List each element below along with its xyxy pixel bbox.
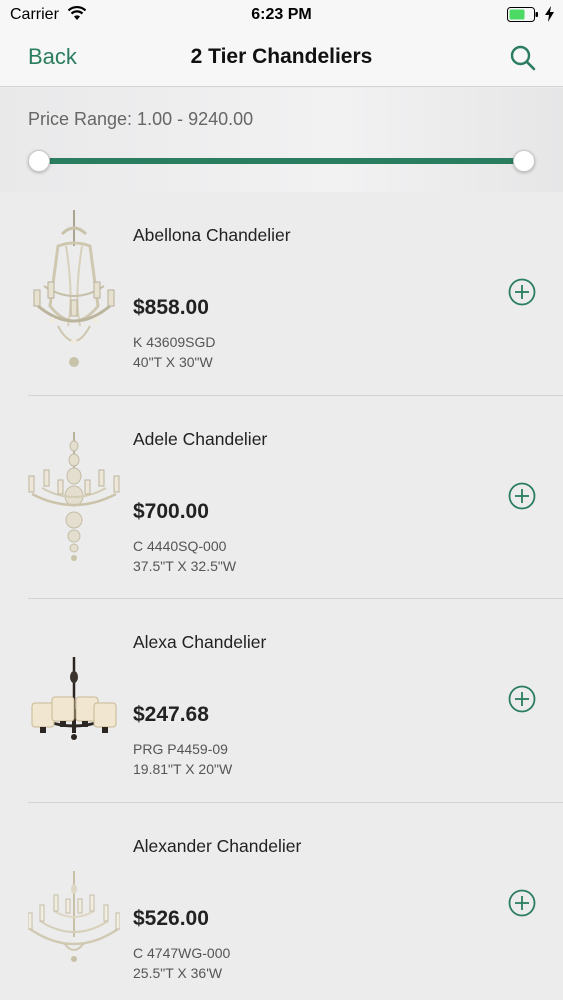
product-image bbox=[33, 210, 115, 367]
product-name: Alexander Chandelier bbox=[133, 835, 302, 856]
slider-min-handle[interactable] bbox=[28, 150, 50, 172]
list-item[interactable]: Alexa Chandelier $247.68 PRG P4459-09 19… bbox=[28, 599, 563, 803]
product-image bbox=[28, 870, 120, 962]
product-list: Abellona Chandelier $858.00 K 43609SGD 4… bbox=[0, 192, 563, 1000]
list-item[interactable]: Alexander Chandelier $526.00 C 4747WG-00… bbox=[28, 803, 563, 1000]
product-dimensions: 25.5"T X 36'W bbox=[133, 964, 223, 981]
price-range-label: Price Range: 1.00 - 9240.00 bbox=[28, 109, 254, 129]
add-icon[interactable] bbox=[508, 685, 536, 713]
price-filter: Price Range: 1.00 - 9240.00 bbox=[0, 88, 563, 192]
clock: 6:23 PM bbox=[251, 6, 312, 23]
product-name: Abellona Chandelier bbox=[133, 225, 291, 245]
search-icon[interactable] bbox=[509, 44, 537, 72]
product-sku: K 43609SGD bbox=[133, 334, 216, 350]
add-icon[interactable] bbox=[508, 889, 536, 917]
price-range-slider[interactable] bbox=[38, 158, 524, 164]
product-price: $700.00 bbox=[133, 499, 209, 523]
product-sku: C 4747WG-000 bbox=[133, 944, 231, 961]
slider-max-handle[interactable] bbox=[513, 150, 535, 172]
product-price: $858.00 bbox=[133, 296, 209, 319]
list-item[interactable]: Abellona Chandelier $858.00 K 43609SGD 4… bbox=[28, 192, 563, 396]
battery-icon bbox=[507, 7, 538, 22]
product-dimensions: 37.5"T X 32.5"W bbox=[133, 557, 237, 574]
product-price: $526.00 bbox=[133, 906, 209, 930]
product-sku: PRG P4459-09 bbox=[133, 741, 228, 757]
list-item[interactable]: Adele Chandelier $700.00 C 4440SQ-000 37… bbox=[28, 396, 563, 599]
product-image bbox=[31, 657, 117, 740]
charging-bolt-icon bbox=[545, 6, 554, 22]
product-name: Alexa Chandelier bbox=[133, 632, 267, 652]
product-sku: C 4440SQ-000 bbox=[133, 537, 227, 554]
navigation-bar: Back 2 Tier Chandeliers bbox=[0, 30, 563, 87]
product-image bbox=[28, 431, 120, 561]
add-icon[interactable] bbox=[508, 278, 536, 306]
product-dimensions: 19.81"T X 20"W bbox=[133, 761, 233, 777]
add-icon[interactable] bbox=[508, 482, 536, 510]
product-name: Adele Chandelier bbox=[133, 428, 268, 449]
product-price: $247.68 bbox=[133, 703, 209, 726]
page-title: 2 Tier Chandeliers bbox=[190, 45, 373, 68]
product-dimensions: 40"T X 30"W bbox=[133, 354, 213, 370]
status-bar: Carrier 6:23 PM bbox=[0, 0, 563, 30]
